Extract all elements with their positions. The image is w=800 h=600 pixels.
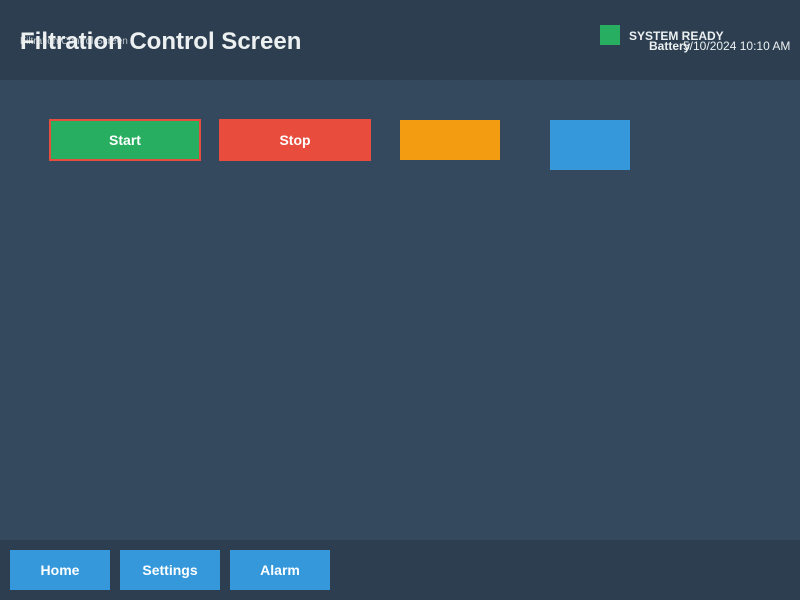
orange-control-button[interactable] [400, 120, 500, 160]
bottom-nav-bar: Home Settings Alarm [0, 540, 800, 600]
alarm-button[interactable]: Alarm [230, 550, 330, 590]
blue-control-button[interactable] [550, 120, 630, 170]
page-title: Filtration Control Screen [20, 28, 302, 55]
home-button[interactable]: Home [10, 550, 110, 590]
start-button[interactable]: Start [49, 119, 201, 161]
header-bar: Filtration Control Screen Filtration Con… [0, 0, 800, 80]
system-status-indicator [600, 25, 620, 45]
datetime-display: 5/10/2024 10:10 AM [683, 39, 791, 53]
stop-button[interactable]: Stop [219, 119, 371, 161]
settings-button[interactable]: Settings [120, 550, 220, 590]
